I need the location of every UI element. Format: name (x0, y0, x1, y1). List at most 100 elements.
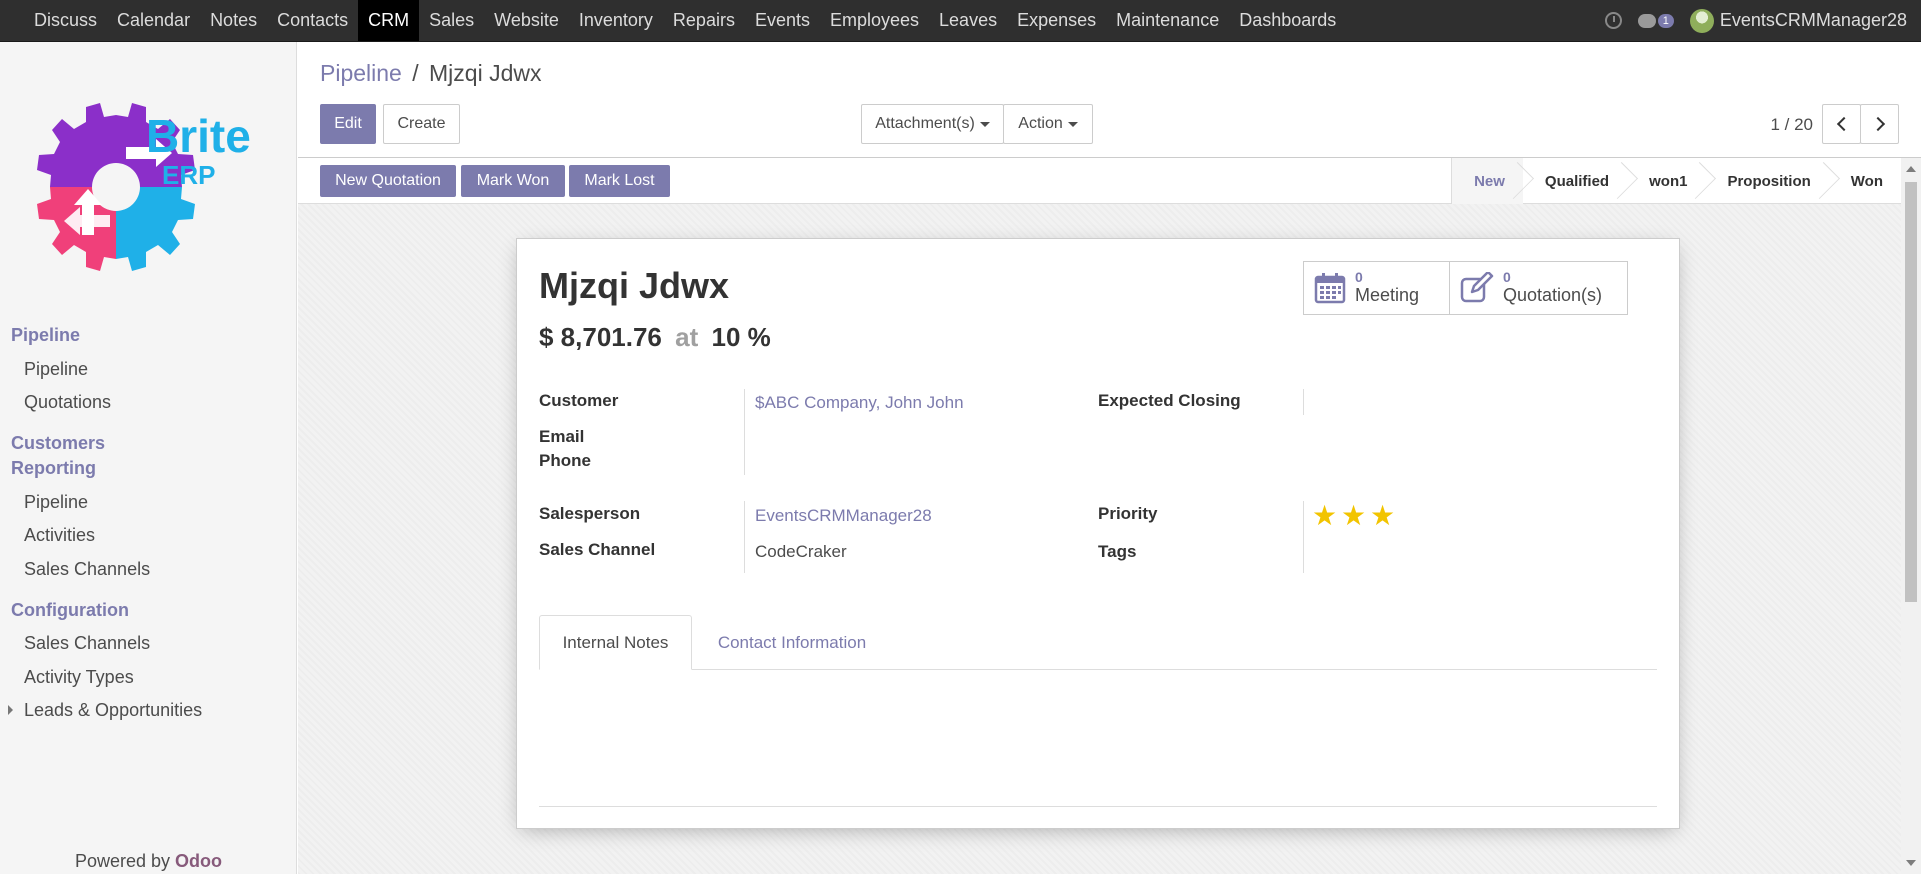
priority-label: Priority (1098, 504, 1158, 523)
sidebar-section-customers[interactable]: Customers (11, 433, 105, 454)
scrollbar[interactable] (1901, 158, 1921, 874)
control-panel: Pipeline / Mjzqi Jdwx Edit Create Attach… (298, 42, 1921, 158)
sidebar-item-config-sales-channels[interactable]: Sales Channels (24, 633, 150, 654)
menu-maintenance[interactable]: Maintenance (1106, 0, 1229, 41)
app-menu: Discuss Calendar Notes Contacts CRM Sale… (0, 0, 1346, 41)
expected-revenue: $ 8,701.76 at 10 % (539, 322, 771, 353)
field-divider (1303, 501, 1304, 573)
menu-notes[interactable]: Notes (200, 0, 267, 41)
salesperson-label: Salesperson (539, 504, 641, 523)
stage-new[interactable]: New (1452, 158, 1523, 204)
powered-by: Powered by Odoo (0, 851, 297, 872)
sidebar-item-reporting-pipeline[interactable]: Pipeline (24, 492, 88, 513)
avatar (1689, 8, 1714, 33)
pager-value[interactable]: 1 / 20 (1770, 115, 1813, 135)
meeting-smart-button[interactable]: 0 Meeting (1303, 261, 1450, 315)
caret-down-icon (1067, 121, 1078, 127)
sidebar-section-pipeline[interactable]: Pipeline (11, 325, 80, 346)
brite-erp-logo: Brite ERP (37, 103, 251, 271)
menu-contacts[interactable]: Contacts (267, 0, 358, 41)
field-divider (1303, 389, 1304, 415)
breadcrumb: Pipeline / Mjzqi Jdwx (320, 60, 541, 87)
menu-sales[interactable]: Sales (419, 0, 484, 41)
menu-employees[interactable]: Employees (820, 0, 929, 41)
caret-right-icon[interactable] (8, 705, 13, 715)
tags-label: Tags (1098, 542, 1137, 561)
stage-qualified[interactable]: Qualified (1523, 158, 1627, 204)
stage-won1[interactable]: won1 (1627, 158, 1705, 204)
menu-dashboards[interactable]: Dashboards (1229, 0, 1346, 41)
action-label: Action (1018, 115, 1063, 132)
tab-internal-notes[interactable]: Internal Notes (539, 615, 692, 670)
priority-star-1-icon[interactable]: ★ (1312, 502, 1337, 530)
priority-star-2-icon[interactable]: ★ (1341, 502, 1366, 530)
sidebar-item-reporting-sales-channels[interactable]: Sales Channels (24, 559, 150, 580)
attachments-label: Attachment(s) (875, 115, 975, 132)
scroll-thumb[interactable] (1905, 182, 1917, 602)
quotations-smart-button[interactable]: 0 Quotation(s) (1449, 261, 1628, 315)
scroll-down-icon[interactable] (1906, 860, 1916, 866)
menu-expenses[interactable]: Expenses (1007, 0, 1106, 41)
chat-bubble-icon (1637, 13, 1656, 28)
sidebar: Brite ERP Pipeline Pipeline Quotations C… (0, 42, 297, 874)
meeting-stat: 0 Meeting (1355, 270, 1419, 305)
pager-next-button[interactable] (1860, 104, 1899, 144)
messages-button[interactable]: 1 (1637, 13, 1674, 28)
salesperson-field[interactable]: EventsCRMManager28 (755, 506, 932, 526)
field-divider (744, 501, 745, 573)
new-quotation-button[interactable]: New Quotation (320, 165, 456, 197)
pager-previous-button[interactable] (1822, 104, 1861, 144)
notes-divider (539, 806, 1657, 807)
menu-discuss[interactable]: Discuss (24, 0, 107, 41)
stage-won[interactable]: Won (1829, 158, 1901, 204)
menu-repairs[interactable]: Repairs (663, 0, 745, 41)
mark-lost-button[interactable]: Mark Lost (569, 165, 670, 197)
priority-star-3-icon[interactable]: ★ (1370, 502, 1395, 530)
create-button[interactable]: Create (383, 104, 460, 144)
sidebar-item-leads-opportunities[interactable]: Leads & Opportunities (24, 700, 202, 721)
clock-icon[interactable] (1604, 12, 1622, 29)
at-label: at (675, 322, 699, 352)
menu-leaves[interactable]: Leaves (929, 0, 1007, 41)
attachments-dropdown[interactable]: Attachment(s) (861, 104, 1004, 144)
tab-contact-information[interactable]: Contact Information (692, 615, 892, 670)
sidebar-section-configuration[interactable]: Configuration (11, 600, 129, 621)
statusbar: New Quotation Mark Won Mark Lost New Qua… (298, 158, 1901, 204)
sidebar-item-activity-types[interactable]: Activity Types (24, 667, 134, 688)
logo-sub-text: ERP (162, 160, 215, 190)
opportunity-name: Mjzqi Jdwx (539, 265, 730, 306)
logo-text: Brite (146, 110, 251, 162)
menu-crm[interactable]: CRM (358, 0, 420, 41)
quotations-stat: 0 Quotation(s) (1503, 270, 1602, 305)
sidebar-item-quotations[interactable]: Quotations (24, 392, 111, 413)
edit-button[interactable]: Edit (320, 104, 376, 144)
mark-won-button[interactable]: Mark Won (461, 165, 565, 197)
menu-website[interactable]: Website (484, 0, 569, 41)
customer-field[interactable]: $ABC Company, John John (755, 393, 964, 413)
sidebar-section-reporting[interactable]: Reporting (11, 458, 96, 479)
menu-calendar[interactable]: Calendar (107, 0, 200, 41)
user-menu[interactable]: EventsCRMManager28 (1689, 8, 1907, 33)
sales-channel-field[interactable]: CodeCraker (755, 542, 847, 562)
sidebar-item-activities[interactable]: Activities (24, 525, 95, 546)
revenue-value: $ 8,701.76 (539, 322, 662, 352)
meeting-count: 0 (1355, 269, 1363, 286)
caret-down-icon (979, 121, 990, 127)
form-sheet: Mjzqi Jdwx $ 8,701.76 at 10 % 0 Meeting … (516, 238, 1680, 829)
calendar-icon (1314, 273, 1346, 304)
sidebar-item-pipeline[interactable]: Pipeline (24, 359, 88, 380)
chevron-right-icon (1870, 116, 1885, 132)
stage-proposition[interactable]: Proposition (1705, 158, 1828, 204)
menu-inventory[interactable]: Inventory (569, 0, 663, 41)
top-navbar: Discuss Calendar Notes Contacts CRM Sale… (0, 0, 1921, 42)
quotations-count: 0 (1503, 269, 1511, 286)
notebook-tabs: Internal Notes Contact Information (539, 615, 1657, 670)
action-dropdown[interactable]: Action (1003, 104, 1093, 144)
breadcrumb-separator: / (412, 60, 419, 86)
breadcrumb-current: Mjzqi Jdwx (429, 60, 542, 86)
scroll-up-icon[interactable] (1906, 166, 1916, 172)
breadcrumb-pipeline[interactable]: Pipeline (320, 60, 402, 86)
menu-events[interactable]: Events (745, 0, 820, 41)
odoo-link[interactable]: Odoo (175, 851, 222, 871)
quotations-label: Quotation(s) (1503, 284, 1603, 305)
